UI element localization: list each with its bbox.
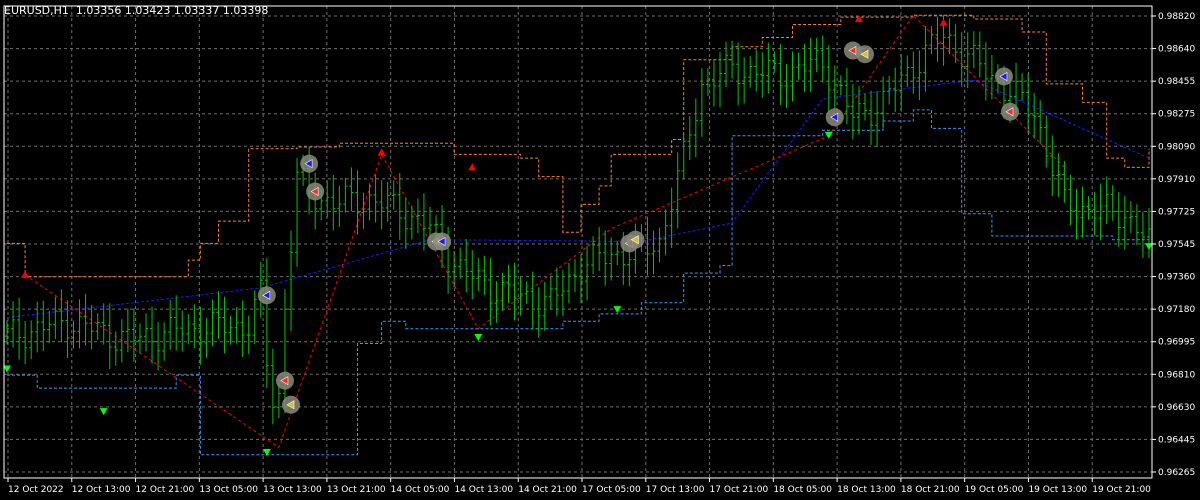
x-tick-label: 13 Oct 13:00 <box>263 485 322 495</box>
red-up-arrow-icon <box>21 270 30 278</box>
y-tick-label: 0.98275 <box>1158 110 1195 120</box>
x-tick-label: 19 Oct 05:00 <box>965 485 1024 495</box>
green-down-arrow-icon <box>474 333 483 341</box>
red-up-arrow-icon <box>939 18 948 26</box>
zigzag-line <box>24 14 1065 449</box>
x-tick-label: 12 Oct 13:00 <box>72 485 131 495</box>
red-up-arrow-icon <box>377 148 386 156</box>
signals <box>3 14 1153 456</box>
symbol-label: EURUSD,H1 <box>4 4 69 17</box>
y-tick-label: 0.96630 <box>1158 403 1195 413</box>
x-tick-label: 14 Oct 21:00 <box>518 485 577 495</box>
y-tick-label: 0.97545 <box>1158 240 1195 250</box>
candles <box>5 15 1151 425</box>
green-down-arrow-icon <box>824 131 833 139</box>
y-tick-label: 0.96265 <box>1158 468 1195 478</box>
y-tick-label: 0.96995 <box>1158 338 1195 348</box>
x-tick-label: 13 Oct 05:00 <box>199 485 258 495</box>
y-tick-label: 0.98820 <box>1158 12 1195 22</box>
x-tick-label: 13 Oct 21:00 <box>327 485 386 495</box>
x-tick-label: 18 Oct 13:00 <box>837 485 896 495</box>
y-tick-label: 0.96445 <box>1158 435 1195 445</box>
y-tick-label: 0.97180 <box>1158 305 1195 315</box>
y-tick-label: 0.96810 <box>1158 370 1195 380</box>
x-tick-label: 14 Oct 05:00 <box>391 485 450 495</box>
x-tick-label: 17 Oct 21:00 <box>710 485 769 495</box>
x-tick-label: 18 Oct 05:00 <box>773 485 832 495</box>
y-tick-label: 0.98640 <box>1158 45 1195 55</box>
x-tick-label: 12 Oct 2022 <box>8 485 64 495</box>
x-tick-label: 17 Oct 05:00 <box>582 485 641 495</box>
y-tick-label: 0.98090 <box>1158 142 1195 152</box>
price-chart[interactable]: 0.98820 0.98640 0.98455 0.98275 0.98090 0.979… <box>0 0 1200 500</box>
lower-band-line <box>7 109 1150 456</box>
red-up-arrow-icon <box>468 163 477 171</box>
chart-window[interactable]: 0.98820 0.98640 0.98455 0.98275 0.98090 0.979… <box>0 0 1200 500</box>
x-tick-label: 19 Oct 21:00 <box>1092 485 1151 495</box>
green-down-arrow-icon <box>99 408 108 416</box>
y-tick-label: 0.97360 <box>1158 273 1195 283</box>
x-tick-label: 12 Oct 21:00 <box>136 485 195 495</box>
ohlc-readout: 1.03356 1.03423 1.03337 1.03398 <box>75 4 269 17</box>
trend-line <box>6 79 1150 319</box>
y-tick-label: 0.98455 <box>1158 77 1195 87</box>
x-tick-label: 18 Oct 21:00 <box>901 485 960 495</box>
axes: 0.98820 0.98640 0.98455 0.98275 0.98090 0.979… <box>3 5 1195 495</box>
x-tick-label: 17 Oct 13:00 <box>646 485 705 495</box>
x-tick-label: 19 Oct 13:00 <box>1028 485 1087 495</box>
y-tick-label: 0.97725 <box>1158 207 1195 217</box>
x-tick-label: 14 Oct 13:00 <box>454 485 513 495</box>
chart-header: EURUSD,H1 1.03356 1.03423 1.03337 1.0339… <box>4 4 268 17</box>
green-down-arrow-icon <box>613 306 622 314</box>
y-tick-label: 0.97910 <box>1158 175 1195 185</box>
